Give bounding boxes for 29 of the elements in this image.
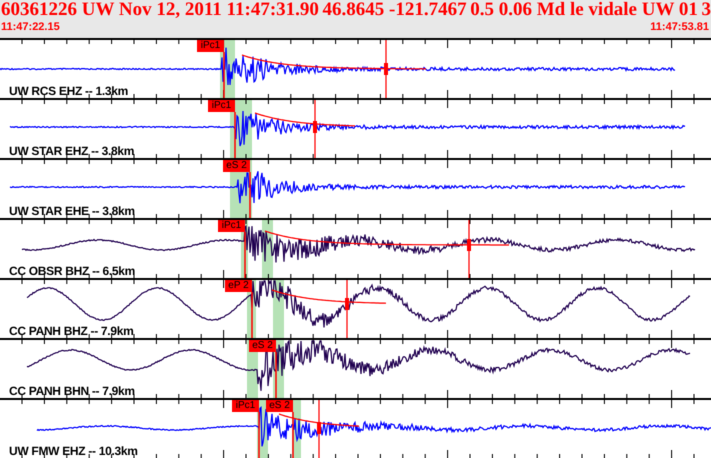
end-time-text: 11:47:53.81 <box>650 20 709 34</box>
event-summary-text: 3 <box>701 0 711 20</box>
pick-line <box>244 232 246 278</box>
phase-pick-label[interactable]: eS 2 <box>249 340 276 352</box>
station-channel-label: CC OBSR BHZ -- 6.5km <box>9 264 136 278</box>
phase-pick-label[interactable]: iPc1 <box>232 400 259 412</box>
phase-pick-label[interactable]: eS 2 <box>266 400 293 412</box>
pick-line <box>249 172 251 218</box>
pick-line <box>234 112 236 158</box>
station-channel-label: CC PANH BHZ -- 7.9km <box>9 324 134 338</box>
event-summary-text: 60361226 UW Nov 12, 2011 11:47:31.90 <box>1 0 319 20</box>
event-summary-text: 0.5 0.06 Md le vidale UW 01 <box>470 0 698 20</box>
pick-line <box>223 52 225 98</box>
phase-pick-label[interactable]: iPc1 <box>218 220 245 232</box>
phase-pick-label[interactable]: eP 2 <box>225 280 252 292</box>
phase-pick-label[interactable]: iPc1 <box>208 100 235 112</box>
station-channel-label: UW RCS EHZ -- 1.3km <box>9 84 128 98</box>
phase-pick-label[interactable]: iPc1 <box>197 40 224 52</box>
pick-line <box>292 412 294 458</box>
station-channel-label: CC PANH BHN -- 7.9km <box>9 384 135 398</box>
pick-line <box>251 292 253 338</box>
pick-line <box>258 412 260 458</box>
station-channel-label: UW STAR EHE -- 3.8km <box>9 204 135 218</box>
station-channel-label: UW FMW EHZ -- 10.3km <box>9 444 138 458</box>
pick-line <box>275 352 277 398</box>
start-time-text: 11:47:22.15 <box>1 20 60 34</box>
phase-pick-label[interactable]: eS 2 <box>223 160 250 172</box>
station-channel-label: UW STAR EHZ -- 3.8km <box>9 144 134 158</box>
event-summary-text: 46.8645 -121.7467 <box>322 0 467 20</box>
